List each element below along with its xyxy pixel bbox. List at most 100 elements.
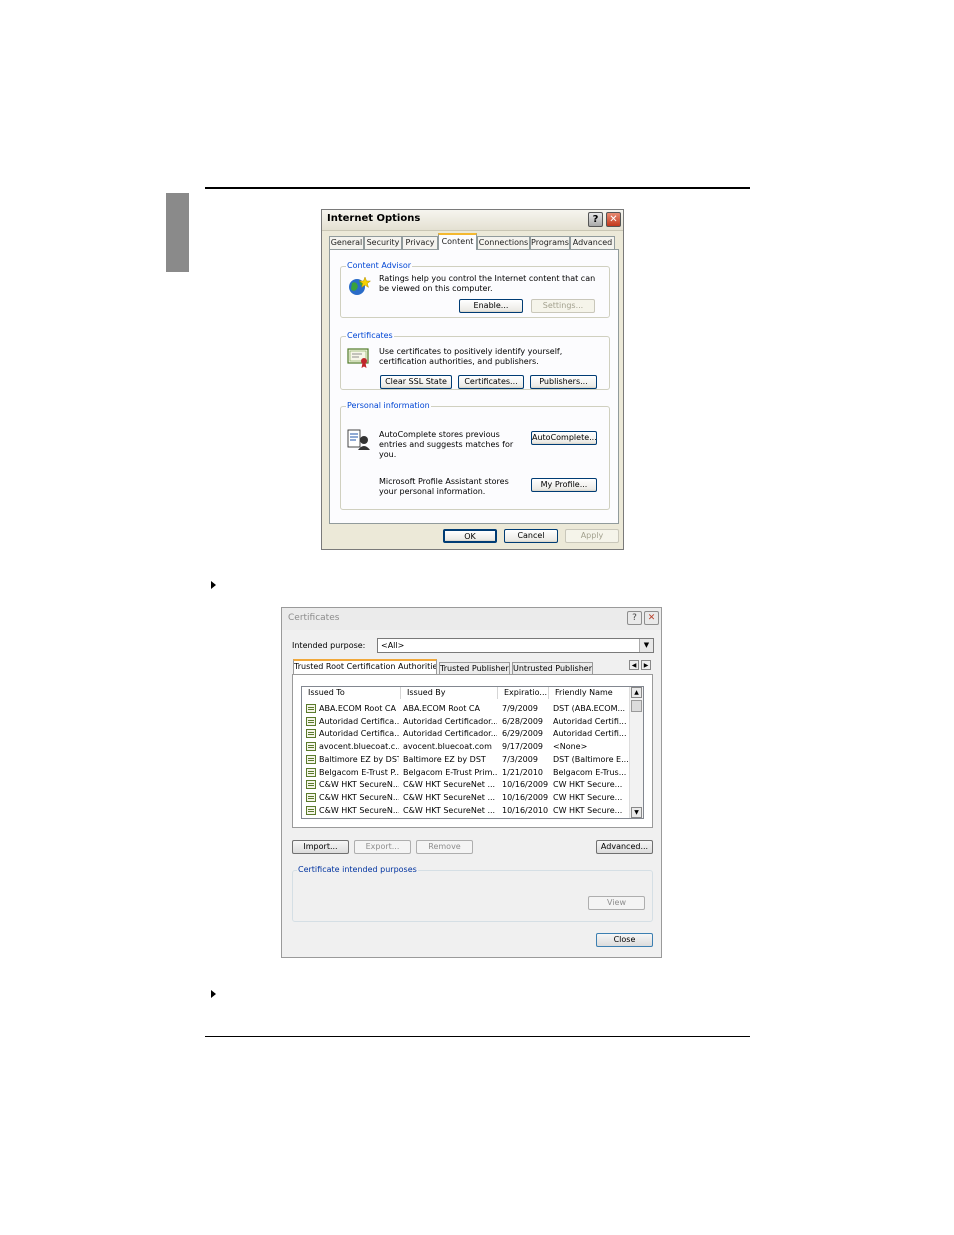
- tab-trusted-publishers[interactable]: Trusted Publishers: [439, 662, 510, 674]
- cell-issued-to: C&W HKT SecureN...: [319, 805, 399, 815]
- close-icon[interactable]: ✕: [606, 212, 621, 227]
- side-thumb-tab: [166, 193, 189, 272]
- tab-programs[interactable]: Programs: [530, 236, 570, 249]
- cell-issued-to: C&W HKT SecureN...: [319, 780, 399, 790]
- table-row[interactable]: Belgacom E-Trust P... Belgacom E-Trust Pr…: [302, 766, 631, 779]
- certificate-list[interactable]: Issued To Issued By Expiratio... Friendl…: [301, 686, 644, 819]
- intended-purpose-label: Intended purpose:: [292, 641, 366, 650]
- cell-expiration: 10/16/2010: [502, 805, 548, 815]
- cell-expiration: 10/16/2009: [502, 792, 548, 802]
- export-button: Export...: [354, 840, 411, 854]
- tab-content[interactable]: Content: [438, 233, 477, 250]
- tab-untrusted-publishers[interactable]: Untrusted Publishers: [512, 662, 593, 674]
- cell-issued-by: C&W HKT SecureNet ...: [403, 792, 496, 802]
- tab-general[interactable]: General: [329, 236, 364, 249]
- clear-ssl-state-button[interactable]: Clear SSL State: [380, 375, 452, 389]
- cell-expiration: 1/21/2010: [502, 767, 544, 777]
- ok-button[interactable]: OK: [443, 529, 497, 543]
- table-row[interactable]: Autoridad Certifica... Autoridad Certific…: [302, 715, 631, 728]
- cell-friendly-name: DST (Baltimore E...: [553, 754, 629, 764]
- cell-issued-to: Baltimore EZ by DST: [319, 754, 399, 764]
- content-advisor-label: Content Advisor: [346, 261, 413, 271]
- table-row[interactable]: C&W HKT SecureN... C&W HKT SecureNet ... 1…: [302, 778, 631, 791]
- top-rule: [205, 187, 750, 189]
- title-bar[interactable]: Internet Options ? ✕: [322, 210, 623, 231]
- cell-friendly-name: DST (ABA.ECOM...: [553, 704, 626, 713]
- cell-issued-by: Autoridad Certificador...: [403, 716, 497, 726]
- autocomplete-button[interactable]: AutoComplete...: [531, 431, 597, 445]
- cell-issued-by: Autoridad Certificador...: [403, 729, 497, 739]
- content-panel: Content Advisor Ratings help you control…: [329, 249, 619, 524]
- cell-expiration: 6/29/2009: [502, 729, 544, 739]
- certificate-icon: [347, 347, 371, 369]
- personal-information-group: Personal information AutoComplete stores…: [340, 401, 610, 510]
- column-issued-by[interactable]: Issued By: [401, 687, 498, 699]
- profile-text: Microsoft Profile Assistant stores your …: [379, 477, 509, 496]
- cell-issued-by: C&W HKT SecureNet ...: [403, 805, 496, 815]
- cell-issued-by: Belgacom E-Trust Prim...: [403, 767, 497, 777]
- cell-expiration: 10/16/2009: [502, 780, 548, 790]
- scroll-up-icon[interactable]: ▲: [631, 687, 642, 698]
- apply-button: Apply: [565, 529, 619, 543]
- certificate-icon: [306, 805, 316, 815]
- certificates-text: Use certificates to positively identify …: [379, 347, 563, 366]
- enable-button[interactable]: Enable...: [459, 299, 523, 313]
- advanced-button[interactable]: Advanced...: [596, 840, 653, 854]
- tab-scroll-right-icon[interactable]: ▶: [641, 660, 651, 670]
- settings-button: Settings...: [531, 299, 595, 313]
- my-profile-button[interactable]: My Profile...: [531, 478, 597, 492]
- bullet-arrow-2: [211, 990, 216, 998]
- tab-connections[interactable]: Connections: [477, 236, 530, 249]
- tab-security[interactable]: Security: [364, 236, 402, 249]
- cell-issued-to: Autoridad Certifica...: [319, 729, 399, 739]
- certificate-icon: [306, 729, 316, 739]
- cell-friendly-name: CW HKT Secure...: [553, 792, 623, 802]
- certificates-button[interactable]: Certificates...: [458, 375, 524, 389]
- table-row[interactable]: ABA.ECOM Root CA ABA.ECOM Root CA 7/9/2009…: [302, 702, 631, 715]
- certificate-icon: [306, 704, 316, 713]
- table-row[interactable]: Baltimore EZ by DST Baltimore EZ by DST 7/…: [302, 753, 631, 766]
- column-friendly-name[interactable]: Friendly Name: [549, 687, 631, 699]
- content-advisor-text: Ratings help you control the Internet co…: [379, 274, 596, 293]
- view-button: View: [588, 896, 645, 910]
- close-button[interactable]: Close: [596, 933, 653, 947]
- help-icon[interactable]: ?: [627, 611, 642, 625]
- table-row[interactable]: avocent.bluecoat.c... avocent.bluecoat.co…: [302, 740, 631, 753]
- tab-trusted-root[interactable]: Trusted Root Certification Authorities: [293, 659, 437, 674]
- table-row[interactable]: C&W HKT SecureN... C&W HKT SecureNet ... 1…: [302, 804, 631, 817]
- cell-expiration: 9/17/2009: [502, 742, 544, 752]
- certificate-icon: [306, 716, 316, 726]
- cell-friendly-name: Autoridad Certifi...: [553, 729, 627, 739]
- column-issued-to[interactable]: Issued To: [302, 687, 401, 699]
- intended-purposes-group: Certificate intended purposes View: [292, 865, 653, 922]
- certificates-label: Certificates: [346, 331, 394, 341]
- certificate-icon: [306, 742, 316, 752]
- cell-friendly-name: CW HKT Secure...: [553, 780, 623, 790]
- content-advisor-group: Content Advisor Ratings help you control…: [340, 261, 610, 318]
- close-icon[interactable]: ✕: [644, 611, 659, 625]
- personal-information-label: Personal information: [346, 401, 431, 411]
- cancel-button[interactable]: Cancel: [504, 529, 558, 543]
- list-scrollbar[interactable]: ▲ ▼: [629, 687, 643, 818]
- help-icon[interactable]: ?: [588, 212, 603, 227]
- table-row[interactable]: C&W HKT SecureN... C&W HKT SecureNet ... 1…: [302, 791, 631, 804]
- intended-purposes-label: Certificate intended purposes: [297, 865, 418, 875]
- import-button[interactable]: Import...: [292, 840, 349, 854]
- tab-scroll-left-icon[interactable]: ◀: [629, 660, 639, 670]
- scroll-down-icon[interactable]: ▼: [631, 807, 642, 818]
- cell-issued-to: Autoridad Certifica...: [319, 716, 399, 726]
- title-bar[interactable]: Certificates ? ✕: [282, 608, 661, 630]
- intended-purpose-select[interactable]: <All> ▼: [377, 638, 654, 653]
- dialog-title: Internet Options: [327, 213, 421, 224]
- bullet-arrow-1: [211, 581, 216, 589]
- table-row[interactable]: Autoridad Certifica... Autoridad Certific…: [302, 727, 631, 740]
- cell-expiration: 6/28/2009: [502, 716, 544, 726]
- column-expiration[interactable]: Expiratio...: [498, 687, 549, 699]
- tab-advanced[interactable]: Advanced: [570, 236, 615, 249]
- scroll-thumb[interactable]: [631, 700, 642, 712]
- cell-issued-by: Baltimore EZ by DST: [403, 754, 486, 764]
- publishers-button[interactable]: Publishers...: [530, 375, 597, 389]
- chevron-down-icon[interactable]: ▼: [639, 639, 653, 652]
- tab-privacy[interactable]: Privacy: [402, 236, 438, 249]
- certificate-icon: [306, 780, 316, 790]
